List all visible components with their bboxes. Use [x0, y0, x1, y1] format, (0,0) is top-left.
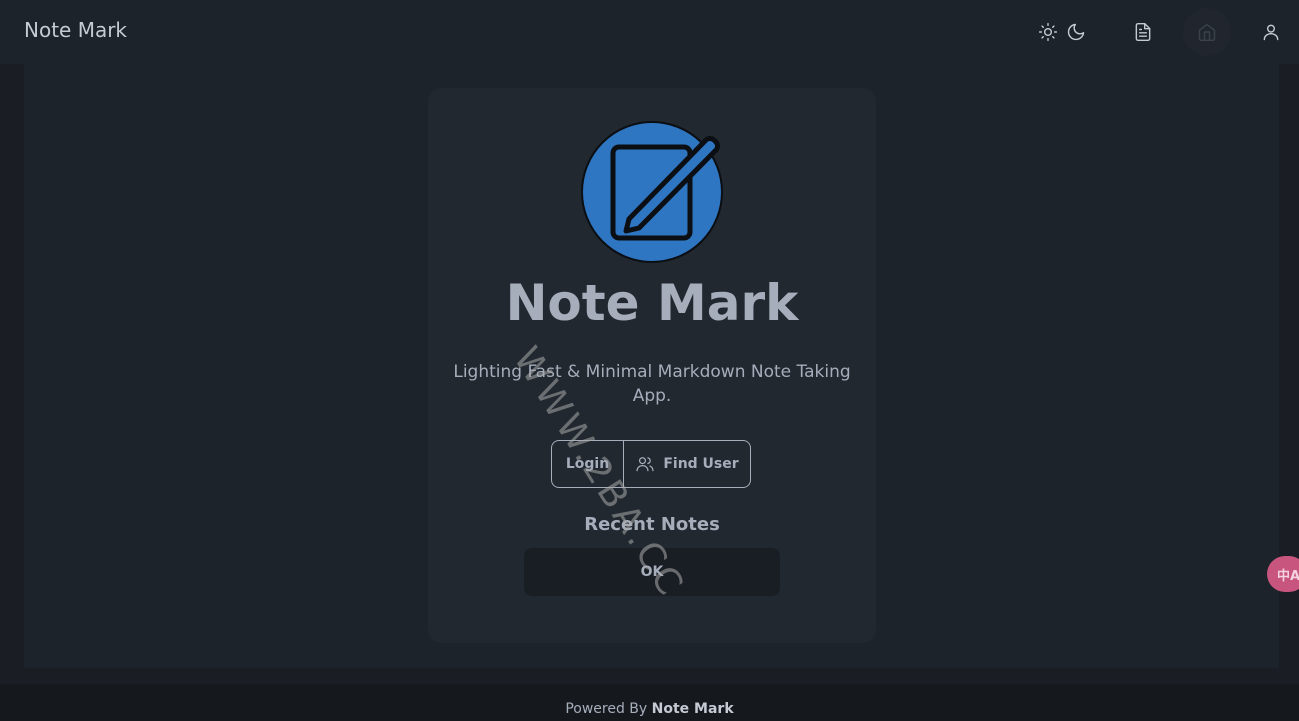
translate-widget-button[interactable]: 中A — [1267, 556, 1299, 592]
brand-title[interactable]: Note Mark — [24, 18, 127, 42]
home-icon — [1198, 23, 1216, 42]
users-icon — [636, 457, 654, 472]
footer-prefix: Powered By — [565, 701, 648, 717]
navbar: Note Mark — [0, 0, 1299, 64]
find-user-label: Find User — [663, 456, 739, 472]
user-icon — [1263, 24, 1279, 41]
note-mark-logo-icon — [581, 121, 723, 263]
notes-button[interactable] — [1119, 8, 1167, 56]
home-button[interactable] — [1183, 8, 1231, 56]
app-title: Note Mark — [505, 274, 799, 332]
profile-button[interactable] — [1247, 8, 1295, 56]
moon-icon — [1067, 23, 1085, 41]
dark-theme-button[interactable] — [1052, 8, 1100, 56]
document-icon — [1135, 22, 1151, 42]
footer-brand[interactable]: Note Mark — [652, 701, 734, 717]
translate-icon: 中A — [1277, 568, 1299, 584]
footer: Powered By Note Mark — [0, 684, 1299, 721]
find-user-button[interactable]: Find User — [624, 441, 750, 487]
